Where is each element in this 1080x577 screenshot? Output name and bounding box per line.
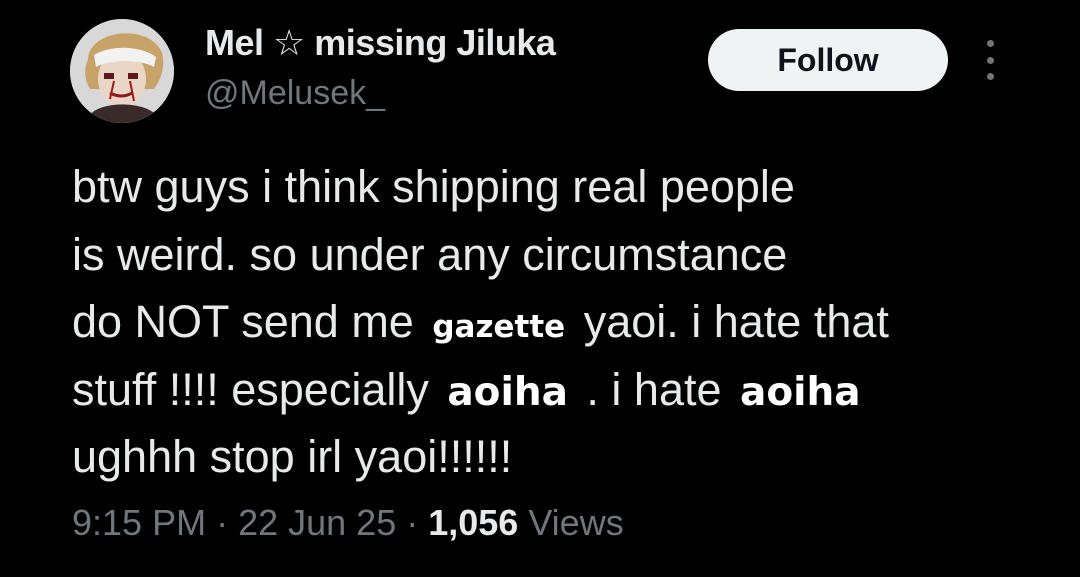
tweet-line-5: ughhh stop irl yaoi!!!!!! (72, 431, 513, 482)
tweet-line-4: stuff !!!! especially aoiha . i hate aoi… (72, 356, 1032, 424)
meta-separator-2: · (396, 502, 429, 543)
views-label: Views (518, 502, 624, 543)
author-handle[interactable]: @Melusek_ (205, 74, 385, 113)
overlay-word-aoiha-2: aoiha (734, 372, 867, 412)
follow-button[interactable]: Follow (708, 29, 948, 91)
tweet-time[interactable]: 9:15 PM (72, 502, 206, 543)
tweet-line-4-start: stuff !!!! especially (72, 363, 442, 415)
tweet-meta: 9:15 PM · 22 Jun 25 · 1,056 Views (72, 502, 624, 544)
more-options-icon[interactable] (976, 40, 1004, 80)
views-count[interactable]: 1,056 (428, 502, 518, 543)
overlay-word-gazette: gazette (426, 312, 572, 343)
more-dot-3 (986, 73, 994, 80)
meta-separator: · (206, 502, 239, 543)
overlay-word-aoiha-1: aoiha (441, 372, 574, 412)
avatar[interactable] (70, 19, 174, 123)
more-dot-1 (986, 40, 994, 47)
avatar-image (70, 19, 174, 123)
tweet-line-3-start: do NOT send me (72, 296, 427, 347)
tweet-card: Mel ☆ missing Jiluka @Melusek_ Follow bt… (0, 0, 1080, 577)
tweet-line-2: is weird. so under any circumstance (72, 228, 788, 280)
tweet-text: btw guys i think shipping real people is… (72, 153, 1032, 491)
tweet-line-3-end: yaoi. i hate that (571, 296, 889, 347)
more-dot-2 (986, 56, 994, 64)
author-display-name[interactable]: Mel ☆ missing Jiluka (205, 22, 556, 64)
tweet-line-3: do NOT send me gazette yaoi. i hate that (72, 288, 1032, 356)
tweet-line-1: btw guys i think shipping real people (72, 161, 795, 212)
tweet-date[interactable]: 22 Jun 25 (238, 502, 396, 543)
tweet-line-4-middle: . i hate (573, 363, 734, 415)
